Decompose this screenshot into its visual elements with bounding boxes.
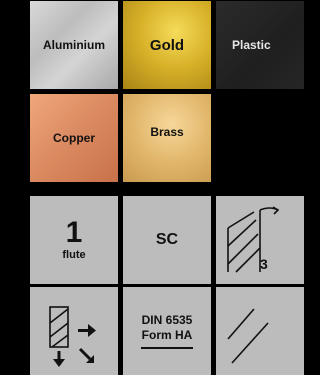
material-gold-tile[interactable]: Gold <box>123 1 211 89</box>
flute-count-value: 1 <box>65 216 83 249</box>
edge-geometry-tile <box>216 287 304 375</box>
coating-tile: SC <box>123 196 211 284</box>
material-brass-tile[interactable]: Brass <box>123 94 211 182</box>
material-plastic-tile[interactable]: Plastic <box>216 1 304 89</box>
cutting-direction-icon <box>49 306 96 367</box>
helix-angle-label: 3 <box>260 256 268 272</box>
material-aluminium-tile[interactable]: Aluminium <box>30 1 118 89</box>
shank-standard-underline <box>141 347 193 349</box>
material-brass-label: Brass <box>150 125 184 139</box>
helix-angle-tile: 3 <box>216 196 304 284</box>
material-copper-label: Copper <box>53 131 95 145</box>
material-gold-label: Gold <box>149 36 185 54</box>
flute-count-tile: 1 flute <box>30 196 118 284</box>
material-aluminium-label: Aluminium <box>43 38 105 52</box>
shank-standard-tile: DIN 6535 Form HA <box>123 287 211 375</box>
shank-standard-line1: DIN 6535 <box>141 313 193 327</box>
material-copper-tile[interactable]: Copper <box>30 94 118 182</box>
cutting-direction-tile <box>30 287 118 375</box>
material-plastic-label: Plastic <box>232 38 271 52</box>
edge-geometry-icon <box>227 308 269 364</box>
flute-count-label: flute <box>62 249 86 261</box>
shank-standard-line2: Form HA <box>141 328 193 342</box>
coating-label: SC <box>155 231 179 248</box>
